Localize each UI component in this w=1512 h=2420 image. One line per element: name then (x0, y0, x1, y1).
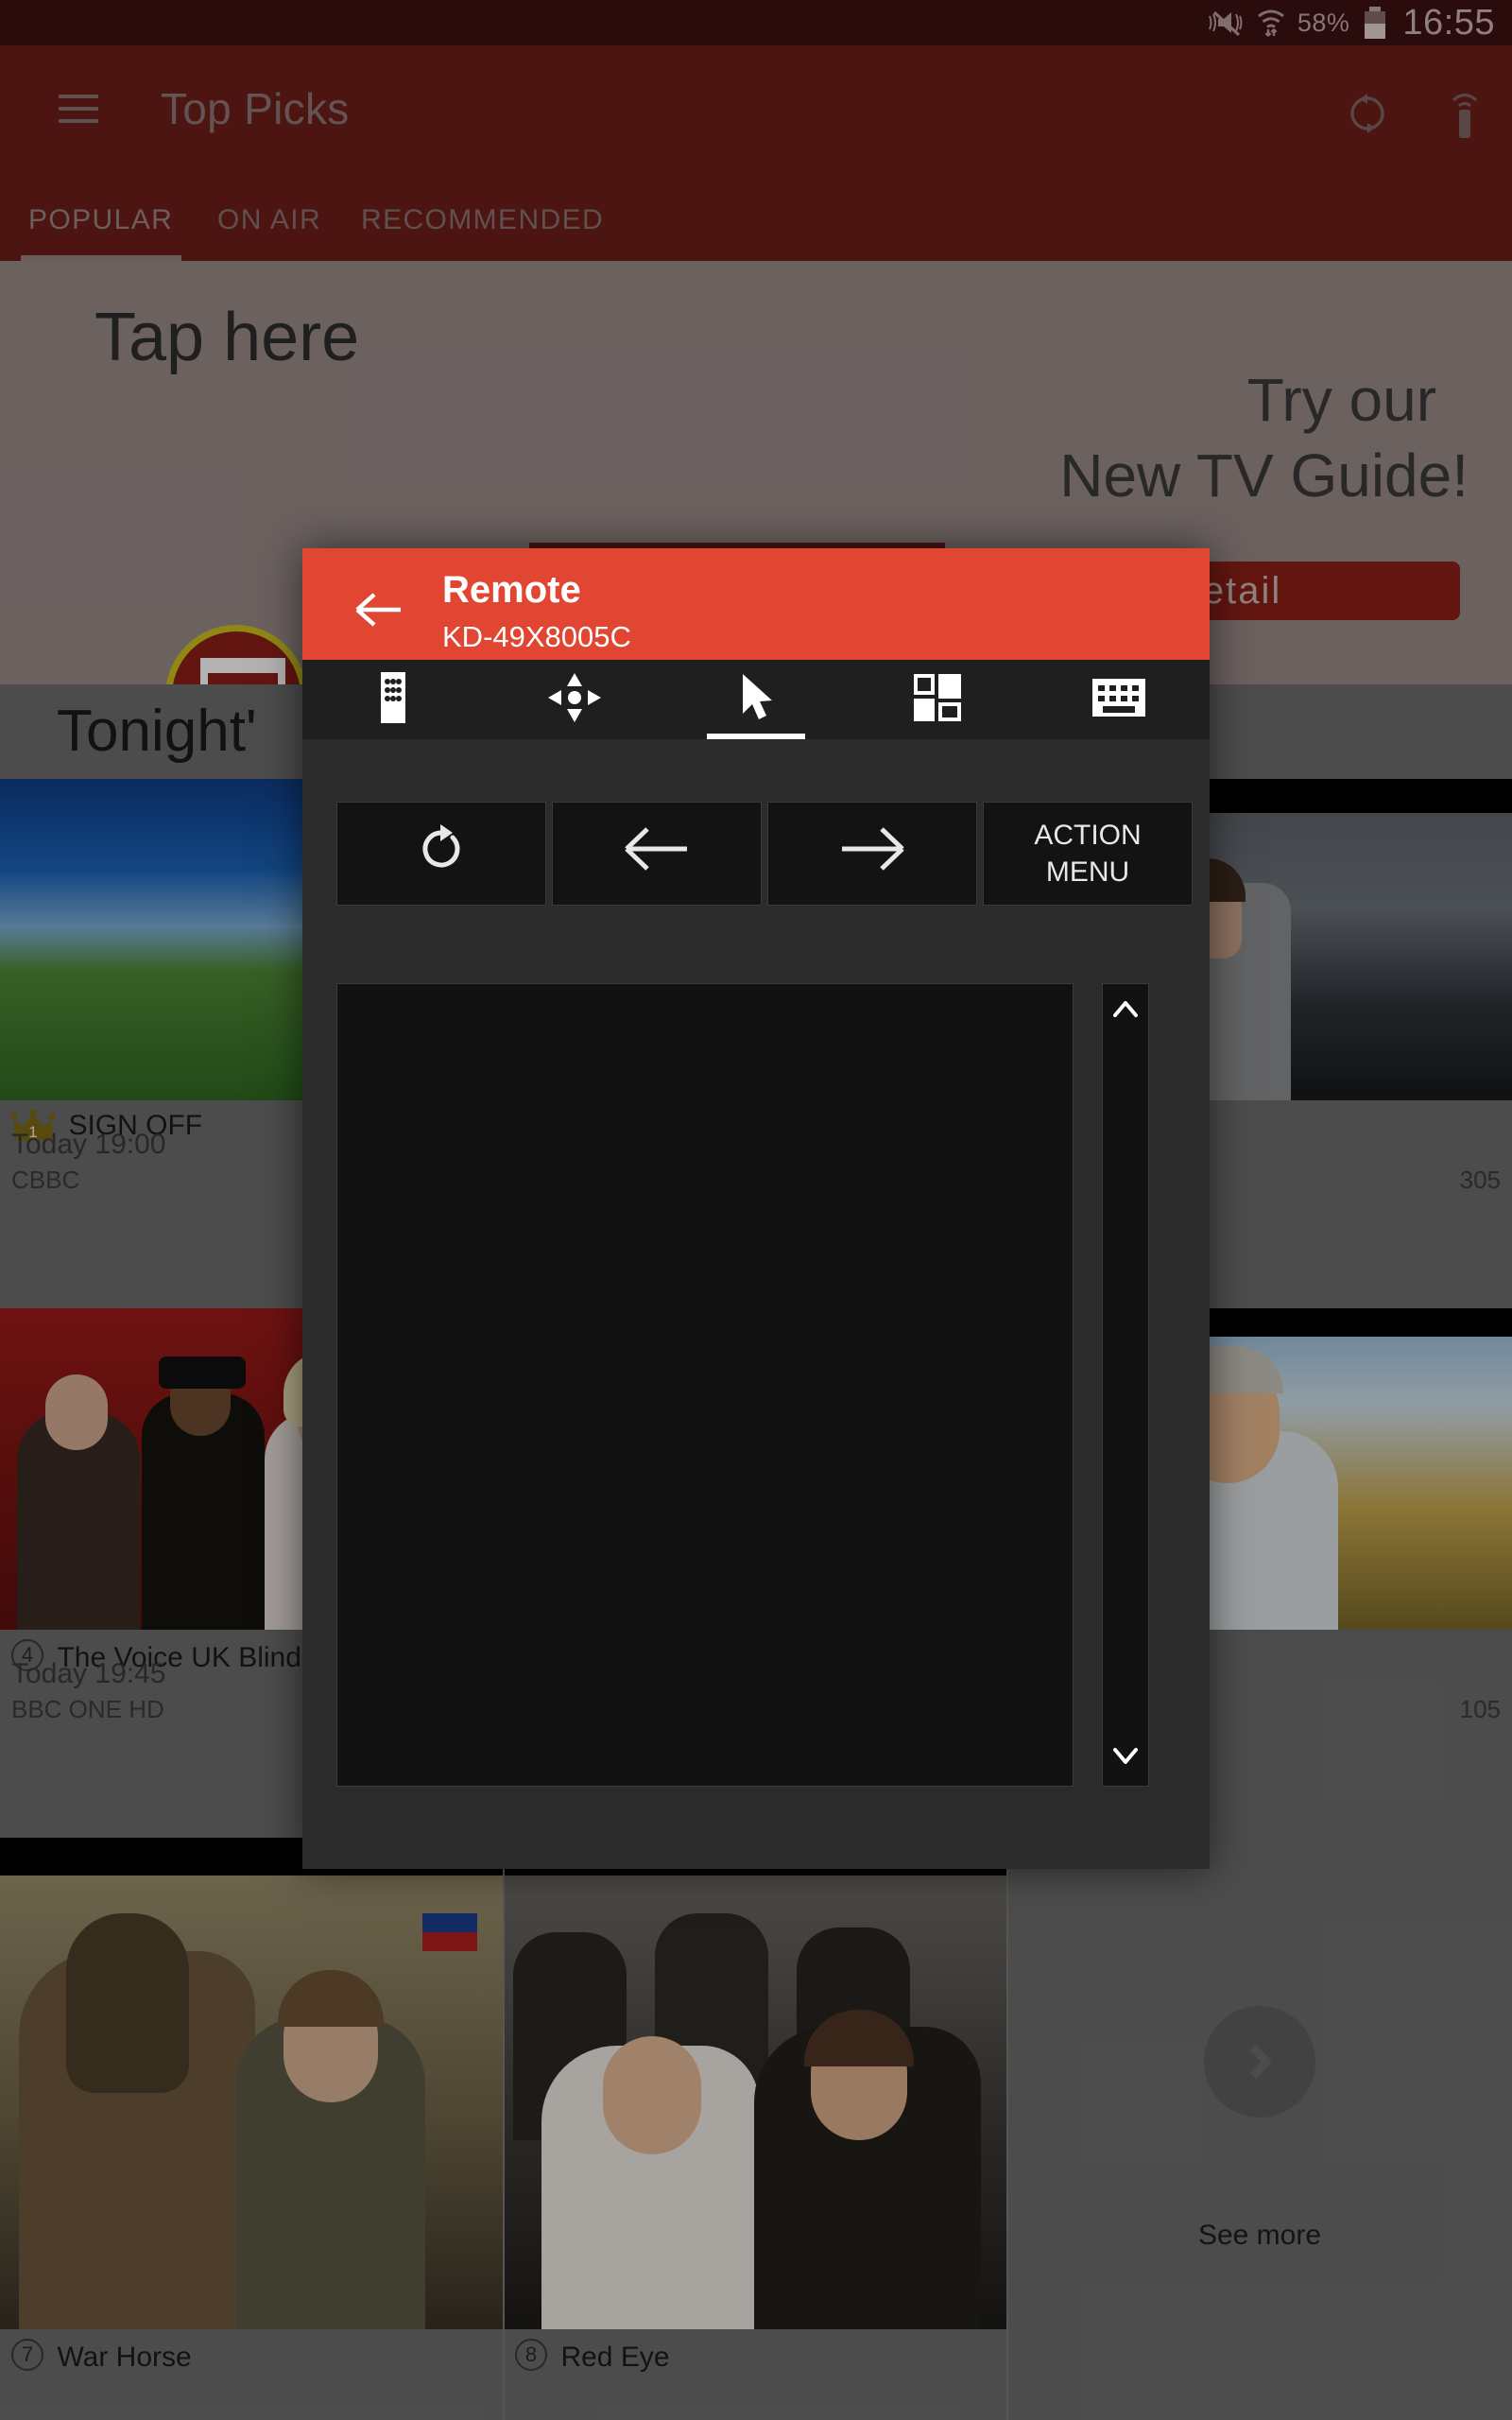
action-menu-label-line1: ACTION (1034, 820, 1142, 851)
dpad-icon (545, 671, 604, 729)
back-arrow-icon[interactable] (355, 592, 401, 627)
tab-keypad-remote[interactable] (302, 660, 484, 739)
remote-dialog-body: ACTION MENU (302, 739, 1210, 1869)
remote-dialog-title: Remote (442, 569, 581, 611)
remote-dialog: Remote KD-49X8005C ACTION MENU (302, 548, 1210, 1869)
screen: 58% 16:55 Top Picks POPULAR ON AIR RECOM… (0, 0, 1512, 2420)
remote-device-model: KD-49X8005C (442, 620, 631, 653)
arrow-left-icon (623, 826, 691, 881)
action-menu-label-line2: MENU (1045, 856, 1130, 888)
back-button[interactable] (552, 802, 762, 906)
arrow-right-icon (838, 826, 906, 881)
scroll-strip[interactable] (1102, 983, 1149, 1787)
remote-dialog-header: Remote KD-49X8005C (302, 548, 1210, 660)
tab-cursor[interactable] (665, 660, 847, 739)
keyboard-icon (1091, 678, 1146, 722)
forward-button[interactable] (767, 802, 977, 906)
cursor-pointer-icon (737, 672, 775, 728)
remote-button-row: ACTION MENU (336, 802, 1193, 906)
tab-tiles-layout[interactable] (847, 660, 1028, 739)
refresh-icon (415, 822, 468, 885)
refresh-button[interactable] (336, 802, 546, 906)
chevron-down-icon[interactable] (1113, 1746, 1138, 1771)
tab-keyboard[interactable] (1028, 660, 1210, 739)
remote-tab-bar (302, 660, 1210, 739)
chevron-up-icon[interactable] (1113, 999, 1138, 1024)
touchpad-surface[interactable] (336, 983, 1074, 1787)
keypad-remote-icon (377, 670, 409, 730)
tiles-layout-icon (913, 673, 962, 727)
action-menu-button[interactable]: ACTION MENU (983, 802, 1193, 906)
tab-dpad[interactable] (484, 660, 665, 739)
